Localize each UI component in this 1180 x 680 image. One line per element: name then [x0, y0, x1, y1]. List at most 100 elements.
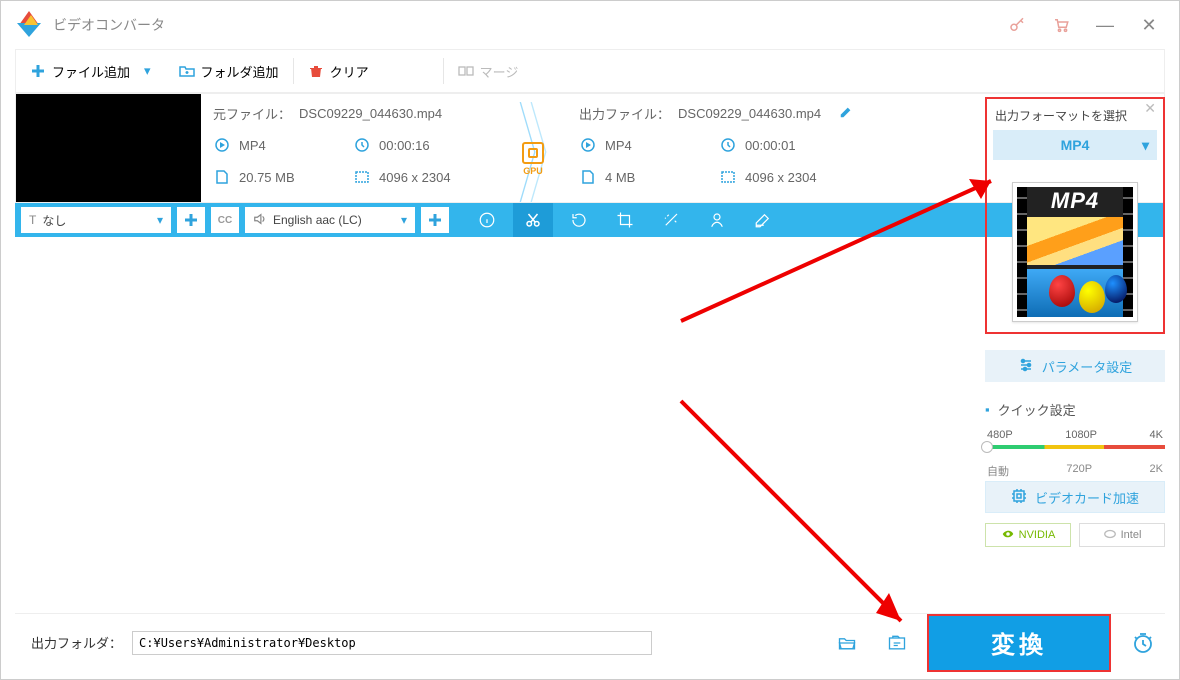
titlebar: ビデオコンバータ — ✕ — [1, 1, 1179, 49]
intel-label: Intel — [1121, 529, 1142, 541]
nvidia-badge[interactable]: NVIDIA — [985, 523, 1071, 547]
watermark-icon[interactable] — [697, 203, 737, 237]
conversion-divider: GPU — [513, 102, 553, 202]
subtitle-edit-icon[interactable] — [743, 203, 783, 237]
rotate-icon[interactable] — [559, 203, 599, 237]
clock-icon — [353, 136, 371, 154]
plus-icon — [30, 63, 46, 79]
app-title: ビデオコンバータ — [53, 15, 165, 35]
cut-icon[interactable] — [513, 203, 553, 237]
crop-icon[interactable] — [605, 203, 645, 237]
speaker-icon — [253, 212, 267, 229]
resolution-icon — [353, 168, 371, 186]
format-card[interactable]: MP4 — [1012, 182, 1138, 322]
resolution-icon — [719, 168, 737, 186]
effects-icon[interactable] — [651, 203, 691, 237]
bullet-icon: ▪ — [985, 402, 990, 417]
right-panel: 出力フォーマットを選択 MP4 ▾ MP4 — [985, 97, 1165, 547]
text-icon: T — [29, 213, 36, 227]
bottom-bar: 出力フォルダ： 変換 — [15, 613, 1165, 671]
parameter-settings-label: パラメータ設定 — [1042, 357, 1133, 376]
browse-folder-icon[interactable] — [877, 627, 917, 659]
gpu-badge-label: GPU — [522, 166, 544, 176]
open-folder-icon[interactable] — [827, 627, 867, 659]
add-audio-button[interactable] — [421, 207, 449, 233]
caret-down-icon: ▾ — [157, 213, 163, 227]
trash-icon — [308, 63, 324, 79]
res-tick: 自動 — [987, 463, 1009, 479]
film-perforation-icon — [1017, 187, 1027, 317]
intel-icon — [1103, 527, 1117, 544]
clock-icon — [719, 136, 737, 154]
res-tick: 2K — [1150, 463, 1163, 479]
gpu-vendor-row: NVIDIA Intel — [985, 523, 1165, 547]
res-tick: 1080P — [1065, 429, 1097, 441]
source-format: MP4 — [239, 138, 266, 153]
add-subtitle-button[interactable] — [177, 207, 205, 233]
nvidia-label: NVIDIA — [1019, 529, 1056, 541]
source-duration: 00:00:16 — [379, 138, 430, 153]
audio-track-value: English aac (LC) — [273, 213, 362, 227]
annotation-arrow — [661, 381, 941, 641]
convert-label: 変換 — [991, 625, 1047, 660]
caret-down-icon: ▾ — [401, 213, 407, 227]
merge-icon — [458, 63, 474, 79]
edit-name-icon[interactable] — [839, 105, 853, 122]
convert-button[interactable]: 変換 — [929, 616, 1109, 670]
add-file-label: ファイル追加 — [52, 62, 130, 81]
cart-icon[interactable] — [1039, 1, 1083, 49]
caret-down-icon: ▾ — [144, 63, 151, 79]
gpu-acceleration-button[interactable]: ビデオカード加速 — [985, 481, 1165, 513]
source-resolution: 4096 x 2304 — [379, 170, 451, 185]
folder-plus-icon — [179, 63, 195, 79]
format-preview: MP4 — [993, 182, 1157, 322]
schedule-icon[interactable] — [1121, 616, 1165, 670]
format-icon — [579, 136, 597, 154]
info-icon[interactable] — [467, 203, 507, 237]
format-box-title: 出力フォーマットを選択 — [993, 105, 1157, 130]
add-folder-button[interactable]: フォルダ追加 — [165, 50, 293, 92]
source-meta: 元ファイル： DSC09229_044630.mp4 MP4 20.75 MB … — [213, 102, 503, 202]
audio-track-dropdown[interactable]: English aac (LC) ▾ — [245, 207, 415, 233]
chip-icon — [1011, 488, 1027, 507]
parameter-settings-button[interactable]: パラメータ設定 — [985, 350, 1165, 382]
source-file-label: 元ファイル： — [213, 104, 291, 123]
res-tick: 4K — [1150, 429, 1163, 441]
clear-label: クリア — [330, 62, 369, 81]
res-tick: 720P — [1066, 463, 1092, 479]
file-icon — [579, 168, 597, 186]
output-meta: 出力ファイル： DSC09229_044630.mp4 MP4 4 MB 00:… — [579, 102, 869, 202]
cc-button[interactable]: CC — [211, 207, 239, 233]
output-duration: 00:00:01 — [745, 138, 796, 153]
chip-icon — [522, 142, 544, 164]
add-file-button[interactable]: ファイル追加 ▾ — [16, 50, 165, 92]
resolution-slider[interactable]: 480P 1080P 4K 自動 720P 2K — [985, 429, 1165, 465]
format-icon — [213, 136, 231, 154]
output-format: MP4 — [605, 138, 632, 153]
merge-button[interactable]: マージ — [444, 50, 533, 92]
subtitle-dropdown[interactable]: Tなし ▾ — [21, 207, 171, 233]
clear-button[interactable]: クリア — [294, 50, 383, 92]
key-icon[interactable] — [995, 1, 1039, 49]
close-button[interactable]: ✕ — [1127, 1, 1171, 49]
output-size: 4 MB — [605, 170, 635, 185]
source-size: 20.75 MB — [239, 170, 295, 185]
gpu-badge: GPU — [522, 142, 544, 176]
source-file-name: DSC09229_044630.mp4 — [299, 106, 442, 121]
quick-settings: ▪ クイック設定 480P 1080P 4K 自動 720P 2K — [985, 400, 1165, 465]
slider-track — [985, 445, 1165, 449]
minimize-button[interactable]: — — [1083, 1, 1127, 49]
intel-badge[interactable]: Intel — [1079, 523, 1165, 547]
nvidia-icon — [1001, 527, 1015, 544]
format-dropdown[interactable]: MP4 ▾ — [993, 130, 1157, 160]
output-folder-input[interactable] — [132, 631, 652, 655]
output-folder-label: 出力フォルダ： — [31, 633, 122, 652]
res-tick: 480P — [987, 429, 1013, 441]
video-thumbnail[interactable] — [16, 94, 201, 202]
output-file-name: DSC09229_044630.mp4 — [678, 106, 821, 121]
slider-knob[interactable] — [981, 441, 993, 453]
quick-settings-label: クイック設定 — [998, 400, 1076, 419]
sliders-icon — [1018, 357, 1034, 376]
output-format-box: 出力フォーマットを選択 MP4 ▾ MP4 — [985, 97, 1165, 334]
output-resolution: 4096 x 2304 — [745, 170, 817, 185]
